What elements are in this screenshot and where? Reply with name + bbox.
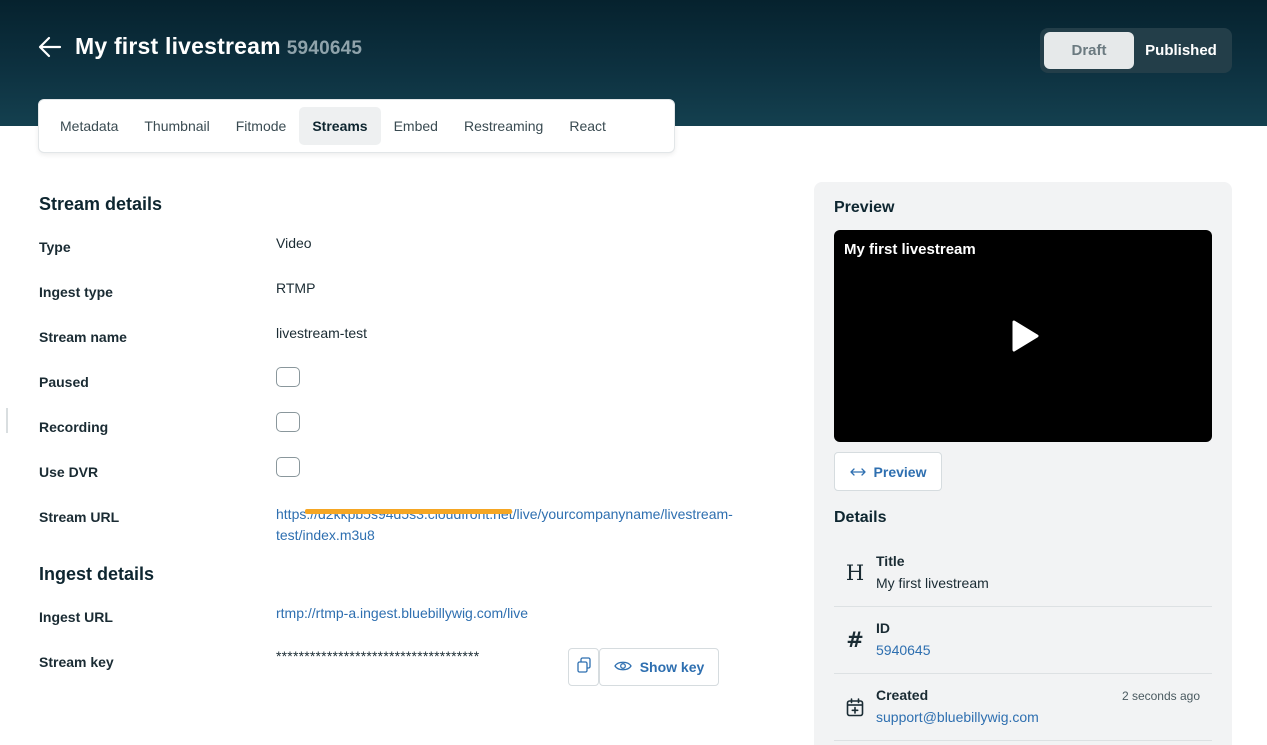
ingest-url-link[interactable]: rtmp://rtmp-a.ingest.bluebillywig.com/li… (276, 605, 528, 621)
ingest-details-heading: Ingest details (39, 564, 155, 584)
page-title-id: 5940645 (286, 38, 363, 59)
heading-icon: H (845, 561, 865, 585)
player-title: My first livestream (844, 241, 976, 258)
detail-title-label: Title (876, 553, 905, 569)
play-icon[interactable] (1010, 319, 1040, 358)
recording-checkbox[interactable] (276, 412, 300, 432)
paused-label: Paused (39, 374, 89, 390)
back-arrow-icon[interactable] (36, 33, 64, 61)
stream-url-label: Stream URL (39, 509, 120, 525)
type-label: Type (39, 239, 71, 255)
stream-key-label: Stream key (39, 654, 114, 670)
recording-label: Recording (39, 419, 109, 435)
hash-icon: # (846, 628, 864, 652)
ingest-url-label: Ingest URL (39, 609, 113, 625)
redaction-mark (305, 509, 512, 514)
draft-toggle-option[interactable]: Draft (1044, 32, 1134, 69)
detail-created-value[interactable]: support@bluebillywig.com (876, 709, 1039, 725)
detail-row-id: # ID 5940645 (834, 607, 1212, 674)
tab-thumbnail[interactable]: Thumbnail (131, 107, 222, 145)
detail-created-time: 2 seconds ago (1121, 689, 1200, 703)
detail-title-value: My first livestream (876, 575, 989, 591)
tab-bar: Metadata Thumbnail Fitmode Streams Embed… (38, 99, 675, 153)
tab-embed[interactable]: Embed (381, 107, 451, 145)
tab-streams[interactable]: Streams (299, 107, 381, 145)
show-key-label: Show key (639, 659, 705, 675)
ingest-type-value: RTMP (276, 280, 316, 296)
published-toggle-option[interactable]: Published (1134, 32, 1228, 69)
side-panel: Preview My first livestream Preview Deta… (814, 182, 1232, 745)
type-value: Video (276, 235, 312, 251)
calendar-add-icon (844, 696, 866, 718)
stream-details-heading: Stream details (39, 194, 163, 214)
detail-row-title: H Title My first livestream (834, 540, 1212, 607)
tab-fitmode[interactable]: Fitmode (223, 107, 300, 145)
tab-metadata[interactable]: Metadata (47, 107, 131, 145)
ingest-type-label: Ingest type (39, 284, 113, 300)
resize-handle[interactable] (6, 408, 8, 433)
preview-button-label: Preview (873, 463, 927, 480)
use-dvr-checkbox[interactable] (276, 457, 300, 477)
detail-created-label: Created (876, 687, 929, 703)
tab-react[interactable]: React (556, 107, 619, 145)
stream-name-label: Stream name (39, 329, 127, 345)
stream-key-value: ************************************ (276, 648, 480, 664)
tab-restreaming[interactable]: Restreaming (451, 107, 556, 145)
use-dvr-label: Use DVR (39, 464, 99, 480)
show-key-button[interactable]: Show key (599, 648, 719, 686)
detail-row-created: Created support@bluebillywig.com 2 secon… (834, 674, 1212, 741)
details-heading: Details (834, 509, 887, 526)
preview-button[interactable]: Preview (834, 452, 942, 491)
detail-id-value[interactable]: 5940645 (876, 642, 931, 658)
copy-key-button[interactable] (568, 648, 599, 686)
video-player[interactable]: My first livestream (834, 230, 1212, 442)
preview-heading: Preview (834, 199, 895, 216)
copy-icon (576, 656, 591, 678)
page-title-text: My first livestream (75, 33, 281, 59)
status-toggle: Draft Published (1040, 28, 1232, 73)
page-title: My first livestream 5940645 (75, 33, 362, 60)
resize-arrows-icon (849, 464, 866, 480)
paused-checkbox[interactable] (276, 367, 300, 387)
detail-id-label: ID (876, 620, 890, 636)
eye-icon (613, 659, 632, 675)
stream-name-value: livestream-test (276, 325, 368, 341)
